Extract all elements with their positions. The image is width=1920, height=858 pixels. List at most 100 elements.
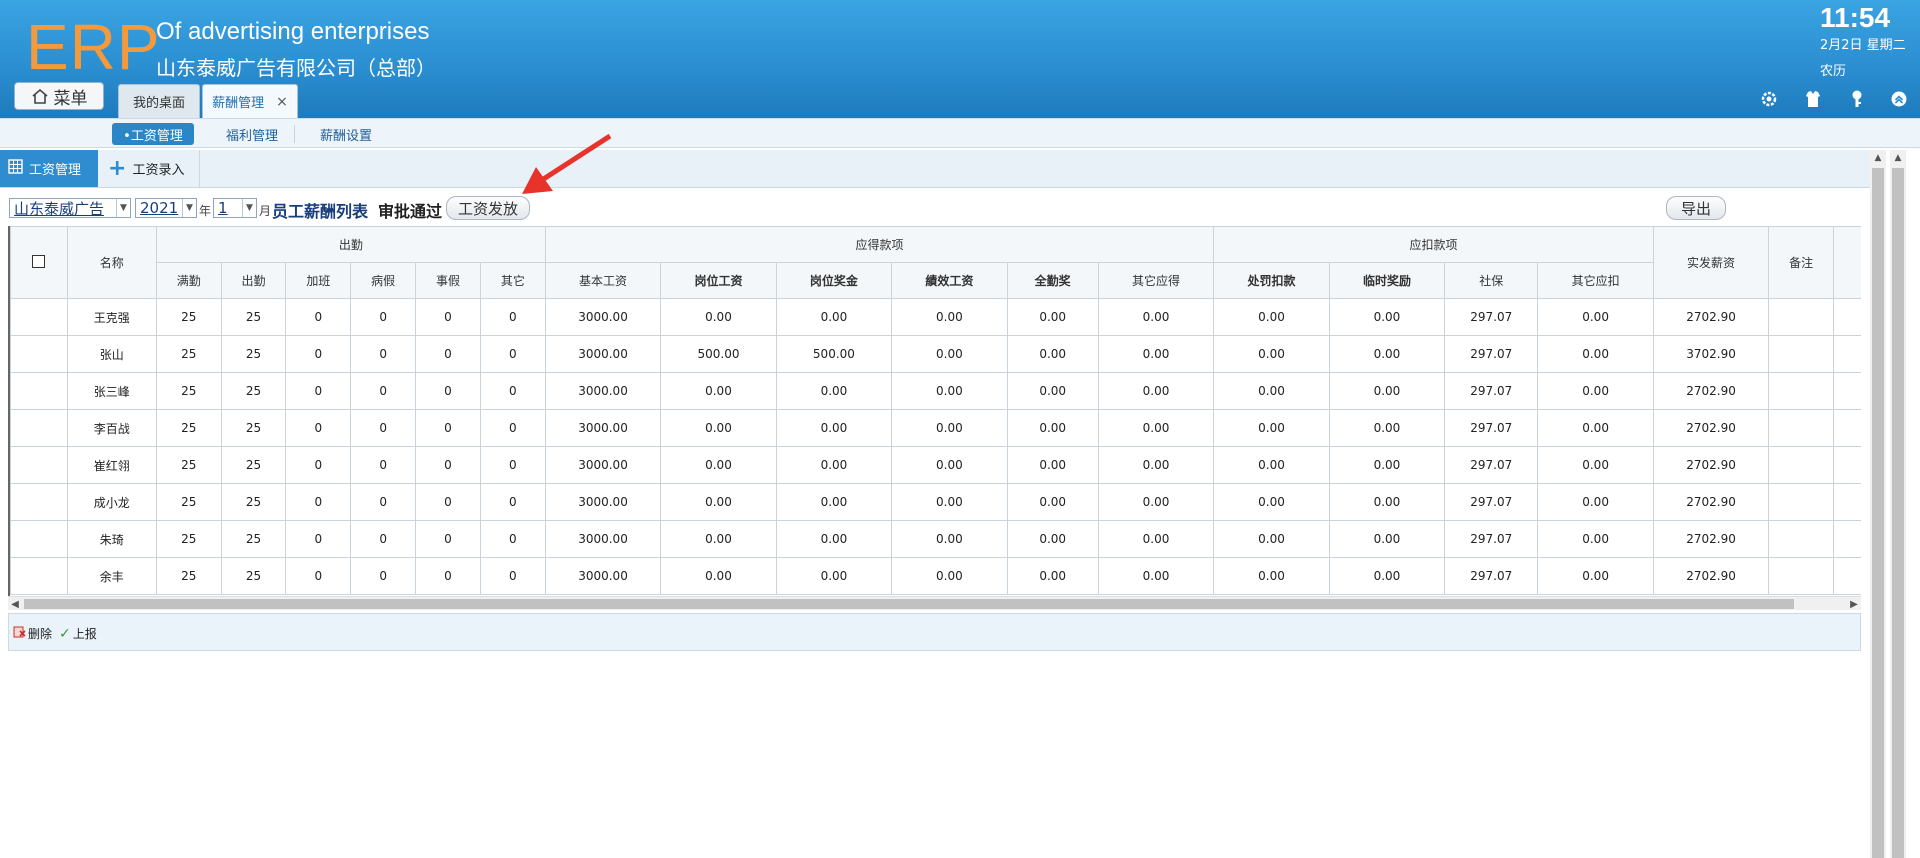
employee-name: 李百战: [66, 409, 157, 447]
subnav-welfare-management[interactable]: 福利管理: [212, 123, 292, 145]
salary-cell: 0.00: [1213, 520, 1330, 558]
close-icon[interactable]: ×: [276, 94, 288, 110]
tab-label: 薪酬管理: [212, 96, 265, 111]
vertical-scrollbar[interactable]: ▲: [1870, 150, 1886, 858]
scrollbar-thumb[interactable]: [1872, 168, 1884, 858]
company-name: 山东泰威广告有限公司（总部）: [156, 56, 436, 80]
scroll-right-icon[interactable]: ▶: [1847, 597, 1861, 611]
employee-name: 张三峰: [66, 372, 157, 410]
table-header-row: 名称 出勤 应得款项 应扣款项 实发薪资 备注 操作: [10, 226, 1861, 299]
net-pay-cell: 2702.90: [1652, 298, 1770, 336]
tab-my-desktop[interactable]: 我的桌面: [118, 84, 200, 118]
export-button[interactable]: 导出: [1666, 196, 1726, 220]
salary-cell: 3000.00: [544, 372, 662, 410]
menu-label: 菜单: [53, 88, 88, 109]
table-row[interactable]: 崔红翎 25 25 0 0 0 0 3000.00 0.00 0.00 0.00 0.00 0.00 0.…: [10, 446, 1861, 484]
salary-cell: 0: [479, 409, 546, 447]
table-row[interactable]: 朱琦 25 25 0 0 0 0 3000.00 0.00 0.00 0.00 0.00 0.00 0.0…: [10, 520, 1861, 558]
salary-cell: 0.00: [1213, 409, 1330, 447]
column-header: 社保: [1444, 262, 1539, 299]
salary-cell: 0: [415, 520, 481, 558]
row-select-cell[interactable]: [10, 446, 68, 484]
scrollbar-thumb[interactable]: [24, 599, 1794, 609]
row-select-cell[interactable]: [10, 298, 68, 336]
delete-icon: [13, 625, 26, 642]
salary-cell: 0.00: [891, 372, 1008, 410]
salary-cell: 297.07: [1444, 409, 1539, 447]
scroll-up-icon[interactable]: ▲: [1890, 150, 1906, 166]
gear-icon[interactable]: [1758, 88, 1780, 110]
year-select[interactable]: 2021 ▼: [135, 198, 197, 218]
row-select-cell[interactable]: [10, 483, 68, 521]
table-row[interactable]: 余丰 25 25 0 0 0 0 3000.00 0.00 0.00 0.00 0.00 0.00 0.0…: [10, 557, 1861, 595]
salary-table-container[interactable]: 名称 出勤 应得款项 应扣款项 实发薪资 备注 操作 满勤 出勤 加班 病假 事…: [8, 226, 1861, 596]
grid-icon: [8, 159, 23, 178]
page-tab-salary-entry[interactable]: + 工资录入: [104, 150, 200, 187]
salary-cell: 0.00: [775, 446, 893, 484]
salary-cell: 0.00: [891, 298, 1008, 336]
delete-button[interactable]: 删除: [13, 625, 52, 642]
month-select[interactable]: 1 ▼: [213, 198, 257, 218]
salary-cell: 25: [155, 483, 222, 521]
salary-cell: 297.07: [1444, 520, 1539, 558]
table-row[interactable]: 成小龙 25 25 0 0 0 0 3000.00 0.00 0.00 0.00 0.00 0.00 0.…: [10, 483, 1861, 521]
net-pay-cell: 2702.90: [1652, 483, 1770, 521]
select-all-cell[interactable]: [10, 226, 68, 299]
tab-label: 我的桌面: [132, 96, 185, 111]
menu-button[interactable]: 菜单: [14, 82, 104, 110]
salary-cell: 0.00: [775, 520, 893, 558]
salary-cell: 25: [155, 557, 222, 595]
shirt-icon[interactable]: [1802, 88, 1824, 110]
salary-cell: 0.00: [775, 483, 893, 521]
salary-cell: 0.00: [775, 409, 893, 447]
table-row[interactable]: 张山 25 25 0 0 0 0 3000.00 500.00 500.00 0.00 0.00 0.0…: [10, 335, 1861, 373]
delete-label: 删除: [28, 627, 53, 641]
row-select-cell[interactable]: [10, 335, 68, 373]
employee-name: 张山: [66, 335, 157, 373]
pay-salary-button[interactable]: 工资发放: [446, 196, 530, 220]
page-tab-salary-management[interactable]: 工资管理: [0, 150, 98, 187]
table-row[interactable]: 李百战 25 25 0 0 0 0 3000.00 0.00 0.00 0.00 0.00 0.00 0.…: [10, 409, 1861, 447]
salary-cell: 297.07: [1444, 557, 1539, 595]
key-icon[interactable]: [1846, 88, 1868, 110]
salary-cell: 3000.00: [544, 409, 662, 447]
subnav-salary-management[interactable]: •工资管理: [112, 123, 194, 145]
table-row[interactable]: 张三峰 25 25 0 0 0 0 3000.00 0.00 0.00 0.00 0.00 0.00 0.…: [10, 372, 1861, 410]
horizontal-scrollbar[interactable]: ◀ ▶: [8, 596, 1861, 610]
row-select-cell[interactable]: [10, 520, 68, 558]
scrollbar-thumb[interactable]: [1892, 168, 1904, 858]
subnav-salary-settings[interactable]: 薪酬设置: [306, 123, 386, 145]
scroll-up-icon[interactable]: ▲: [1870, 150, 1886, 166]
salary-cell: 0: [350, 557, 417, 595]
page-tab-label: 工资录入: [132, 163, 185, 178]
net-pay-cell: 2702.90: [1652, 446, 1770, 484]
company-select[interactable]: 山东泰威广告 ▼: [9, 198, 131, 218]
salary-cell: 0.00: [1537, 335, 1654, 373]
employee-name: 崔红翎: [66, 446, 157, 484]
report-button[interactable]: ✓ 上报: [59, 625, 97, 642]
scroll-left-icon[interactable]: ◀: [8, 597, 22, 611]
salary-cell: 25: [155, 298, 222, 336]
salary-cell: 0.00: [1213, 298, 1330, 336]
salary-cell: 0.00: [1006, 372, 1099, 410]
salary-cell: 0: [350, 409, 417, 447]
row-select-cell[interactable]: [10, 372, 68, 410]
app-title: Of advertising enterprises: [156, 18, 430, 45]
table-row[interactable]: 王克强 25 25 0 0 0 0 3000.00 0.00 0.00 0.00 0.00 0.00 0.…: [10, 298, 1861, 336]
salary-cell: 0: [479, 520, 546, 558]
check-icon: ✓: [59, 625, 71, 642]
vertical-scrollbar-outer[interactable]: ▲: [1890, 150, 1906, 858]
salary-cell: 0: [285, 298, 352, 336]
operation-cell: 返上报: [1833, 298, 1861, 336]
salary-cell: 0.00: [660, 372, 777, 410]
tab-salary-management[interactable]: 薪酬管理 ×: [202, 84, 298, 118]
salary-cell: 0: [479, 557, 546, 595]
collapse-icon[interactable]: [1888, 88, 1910, 110]
row-select-cell[interactable]: [10, 557, 68, 595]
salary-cell: 0.00: [1213, 335, 1330, 373]
salary-cell: 0: [415, 335, 481, 373]
salary-cell: 0.00: [1328, 520, 1446, 558]
select-all-checkbox[interactable]: [32, 254, 46, 268]
clock-time: 11:54: [1820, 2, 1891, 33]
row-select-cell[interactable]: [10, 409, 68, 447]
